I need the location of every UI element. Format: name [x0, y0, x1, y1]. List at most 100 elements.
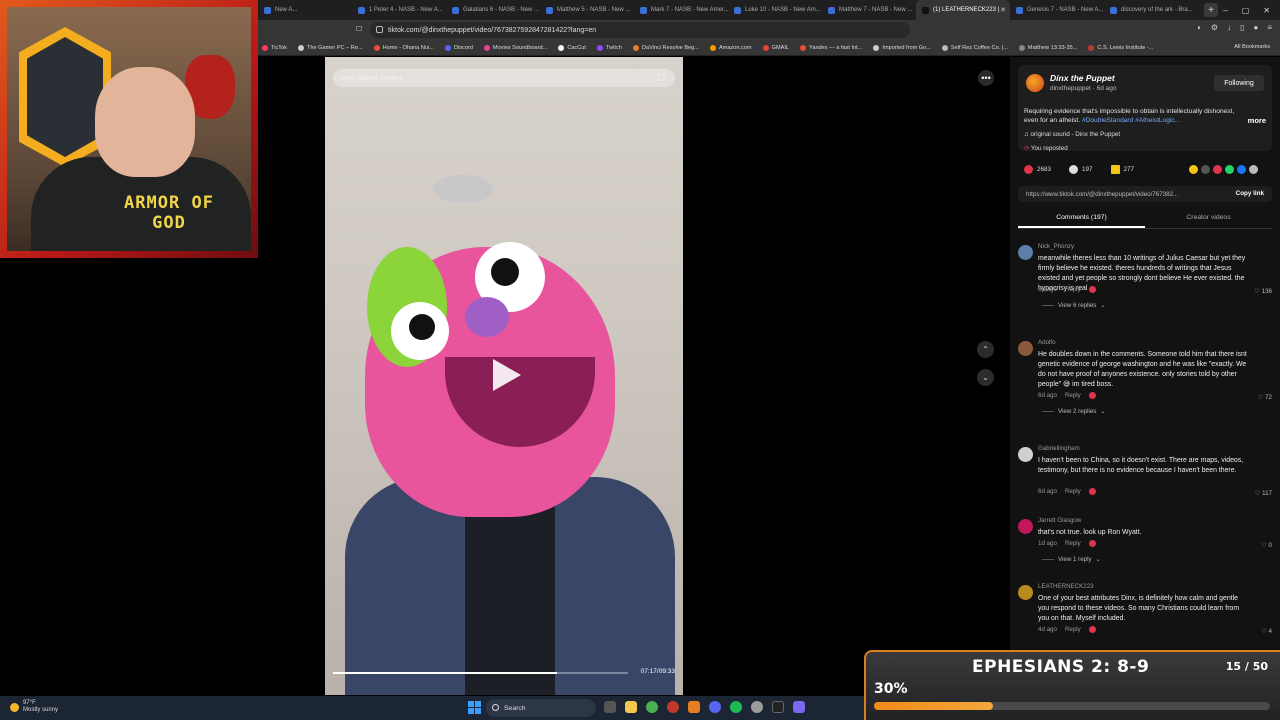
copy-link-button[interactable]: Copy link — [1236, 190, 1264, 197]
browser-tab[interactable]: Luke 10 - NASB - New Am... — [728, 0, 822, 20]
tab-creator-videos[interactable]: Creator videos — [1145, 209, 1272, 228]
file-explorer-icon[interactable] — [625, 701, 637, 713]
bookmark-item[interactable]: Amazon.com — [709, 44, 752, 51]
browser-tab[interactable]: New A... — [258, 0, 352, 20]
browser-tab[interactable]: Galatians 6 - NASB - New ... — [446, 0, 540, 20]
bookmark-item[interactable]: Movies Soundboard... — [483, 44, 547, 51]
bookmark-item[interactable]: TicTok — [262, 44, 287, 51]
bookmark-star-icon[interactable]: ☐ — [356, 25, 362, 33]
next-video-icon[interactable]: ⌄ — [977, 369, 994, 386]
profile-icon[interactable]: ● — [1253, 23, 1258, 32]
heart-icon[interactable] — [1024, 165, 1033, 174]
bookmark-item[interactable]: DaVinci Resolve Beg... — [632, 44, 699, 51]
previous-video-icon[interactable]: ⌃ — [977, 341, 994, 358]
commenter-name[interactable]: Gabriellingham — [1038, 445, 1080, 452]
start-button[interactable] — [468, 701, 481, 714]
site-info-icon[interactable] — [376, 26, 383, 33]
menu-icon[interactable]: ≡ — [1267, 23, 1272, 32]
play-icon[interactable] — [493, 359, 521, 391]
video-progress-bar[interactable] — [333, 672, 628, 674]
tab-comments[interactable]: Comments (197) — [1018, 209, 1145, 228]
bookmark-item[interactable]: GMAIL — [762, 44, 789, 51]
embed-icon[interactable] — [1201, 165, 1210, 174]
bookmark-item[interactable]: The Gamer PC – Re... — [297, 44, 363, 51]
minimize-icon[interactable]: – — [1223, 6, 1227, 15]
video-player[interactable]: Find related content 07:17/09:33 — [325, 57, 683, 695]
commenter-avatar[interactable] — [1018, 245, 1033, 260]
capcut-icon[interactable] — [772, 701, 784, 713]
browser-tab[interactable]: Genesis 7 - NASB - New A... — [1010, 0, 1104, 20]
close-window-icon[interactable]: ✕ — [1263, 6, 1270, 15]
taskbar-search[interactable]: Search — [486, 699, 596, 717]
bookmark-item[interactable]: C.S. Lewis Institute -... — [1088, 44, 1153, 51]
comment-likes[interactable]: ♡ 136 — [1254, 288, 1272, 295]
author-avatar[interactable] — [1026, 74, 1044, 92]
reply-button[interactable]: Reply — [1065, 286, 1081, 293]
new-tab-button[interactable]: + — [1204, 3, 1218, 17]
discord-icon[interactable] — [709, 701, 721, 713]
facebook-icon[interactable] — [1237, 165, 1246, 174]
weather-widget[interactable]: 97°F Mostly sunny — [10, 700, 58, 714]
hashtags[interactable]: #DoubleStandard #AtheistLogic... — [1082, 117, 1180, 124]
reply-button[interactable]: Reply — [1065, 626, 1081, 633]
maximize-icon[interactable]: ▢ — [1242, 6, 1250, 15]
view-replies-button[interactable]: View 2 replies ⌄ — [1042, 408, 1106, 415]
send-icon[interactable] — [1213, 165, 1222, 174]
author-name[interactable]: Dinx the Puppet — [1050, 73, 1115, 83]
bookmark-item[interactable]: CacCut — [558, 44, 586, 51]
task-view-icon[interactable] — [604, 701, 616, 713]
comment-likes[interactable]: ♡ 117 — [1255, 490, 1272, 497]
sound-row[interactable]: ♫ original sound - Dinx the Puppet — [1024, 131, 1120, 138]
save-stat[interactable]: 277 — [1110, 165, 1134, 174]
spotify-icon[interactable] — [730, 701, 742, 713]
app-grid-icon[interactable] — [793, 701, 805, 713]
find-related-search[interactable]: Find related content — [333, 69, 675, 87]
following-button[interactable]: Following — [1214, 75, 1264, 91]
view-replies-button[interactable]: View 1 reply ⌄ — [1042, 556, 1101, 563]
commenter-avatar[interactable] — [1018, 447, 1033, 462]
commenter-avatar[interactable] — [1018, 585, 1033, 600]
view-replies-button[interactable]: View 6 replies ⌄ — [1042, 302, 1106, 309]
reply-button[interactable]: Reply — [1065, 488, 1081, 495]
reply-button[interactable]: Reply — [1065, 392, 1081, 399]
comment-stat[interactable]: 197 — [1069, 165, 1093, 174]
obs-icon[interactable] — [751, 701, 763, 713]
like-stat[interactable]: 2683 — [1024, 165, 1051, 174]
commenter-avatar[interactable] — [1018, 341, 1033, 356]
comment-likes[interactable]: ♡ 0 — [1261, 542, 1272, 549]
author-handle[interactable]: dinxthepuppet · 6d ago — [1050, 85, 1117, 92]
repost-share-icon[interactable] — [1189, 165, 1198, 174]
whatsapp-icon[interactable] — [1225, 165, 1234, 174]
share-arrow-icon[interactable] — [1249, 165, 1258, 174]
bookmark-item[interactable]: Yandex — a fast Int... — [800, 44, 862, 51]
bookmark-item[interactable]: Discord — [444, 44, 473, 51]
commenter-avatar[interactable] — [1018, 519, 1033, 534]
bookmark-item[interactable]: Self Rez Coffee Co. |... — [941, 44, 1008, 51]
search-icon[interactable] — [657, 73, 665, 81]
split-view-icon[interactable]: ▯ — [1240, 23, 1244, 32]
close-tab-icon[interactable]: ✕ — [1000, 6, 1006, 14]
commenter-name[interactable]: Jarrett Glasgow — [1038, 517, 1081, 524]
all-bookmarks-button[interactable]: All Bookmarks — [1234, 44, 1270, 50]
commenter-name[interactable]: Nick_Phonzy — [1038, 243, 1074, 250]
reply-button[interactable]: Reply — [1065, 540, 1081, 547]
url-field[interactable]: tiktok.com/@dinxthepuppet/video/76738275… — [370, 22, 910, 38]
commenter-name[interactable]: Adolfo — [1038, 339, 1056, 346]
bookmark-item[interactable]: Twitch — [596, 44, 622, 51]
more-link[interactable]: more — [1248, 116, 1266, 125]
browser-tab[interactable]: Mark 7 - NASB - New Amer... — [634, 0, 728, 20]
chrome-icon[interactable] — [646, 701, 658, 713]
heart-outline-icon[interactable]: ♡ — [1261, 628, 1268, 635]
brave-icon[interactable] — [688, 701, 700, 713]
bookmark-icon[interactable] — [1110, 165, 1120, 174]
browser-tab[interactable]: (1) LEATHERNECK223 | ✕ — [916, 0, 1010, 20]
heart-outline-icon[interactable]: ♡ — [1254, 288, 1261, 295]
browser-tab[interactable]: 1 Peter 4 - NASB - New A... — [352, 0, 446, 20]
comment-likes[interactable]: ♡ 72 — [1258, 394, 1272, 401]
browser-tab[interactable]: Matthew 7 - NASB - New ... — [822, 0, 916, 20]
download-icon[interactable]: ↓ — [1227, 23, 1231, 32]
bookmark-item[interactable]: Home - Ohana Nui... — [373, 44, 434, 51]
bookmark-item[interactable]: Imported from Go... — [873, 44, 931, 51]
commenter-name[interactable]: LEATHERNECK223 — [1038, 583, 1094, 590]
extension-icon[interactable]: ◐ — [1197, 23, 1202, 32]
